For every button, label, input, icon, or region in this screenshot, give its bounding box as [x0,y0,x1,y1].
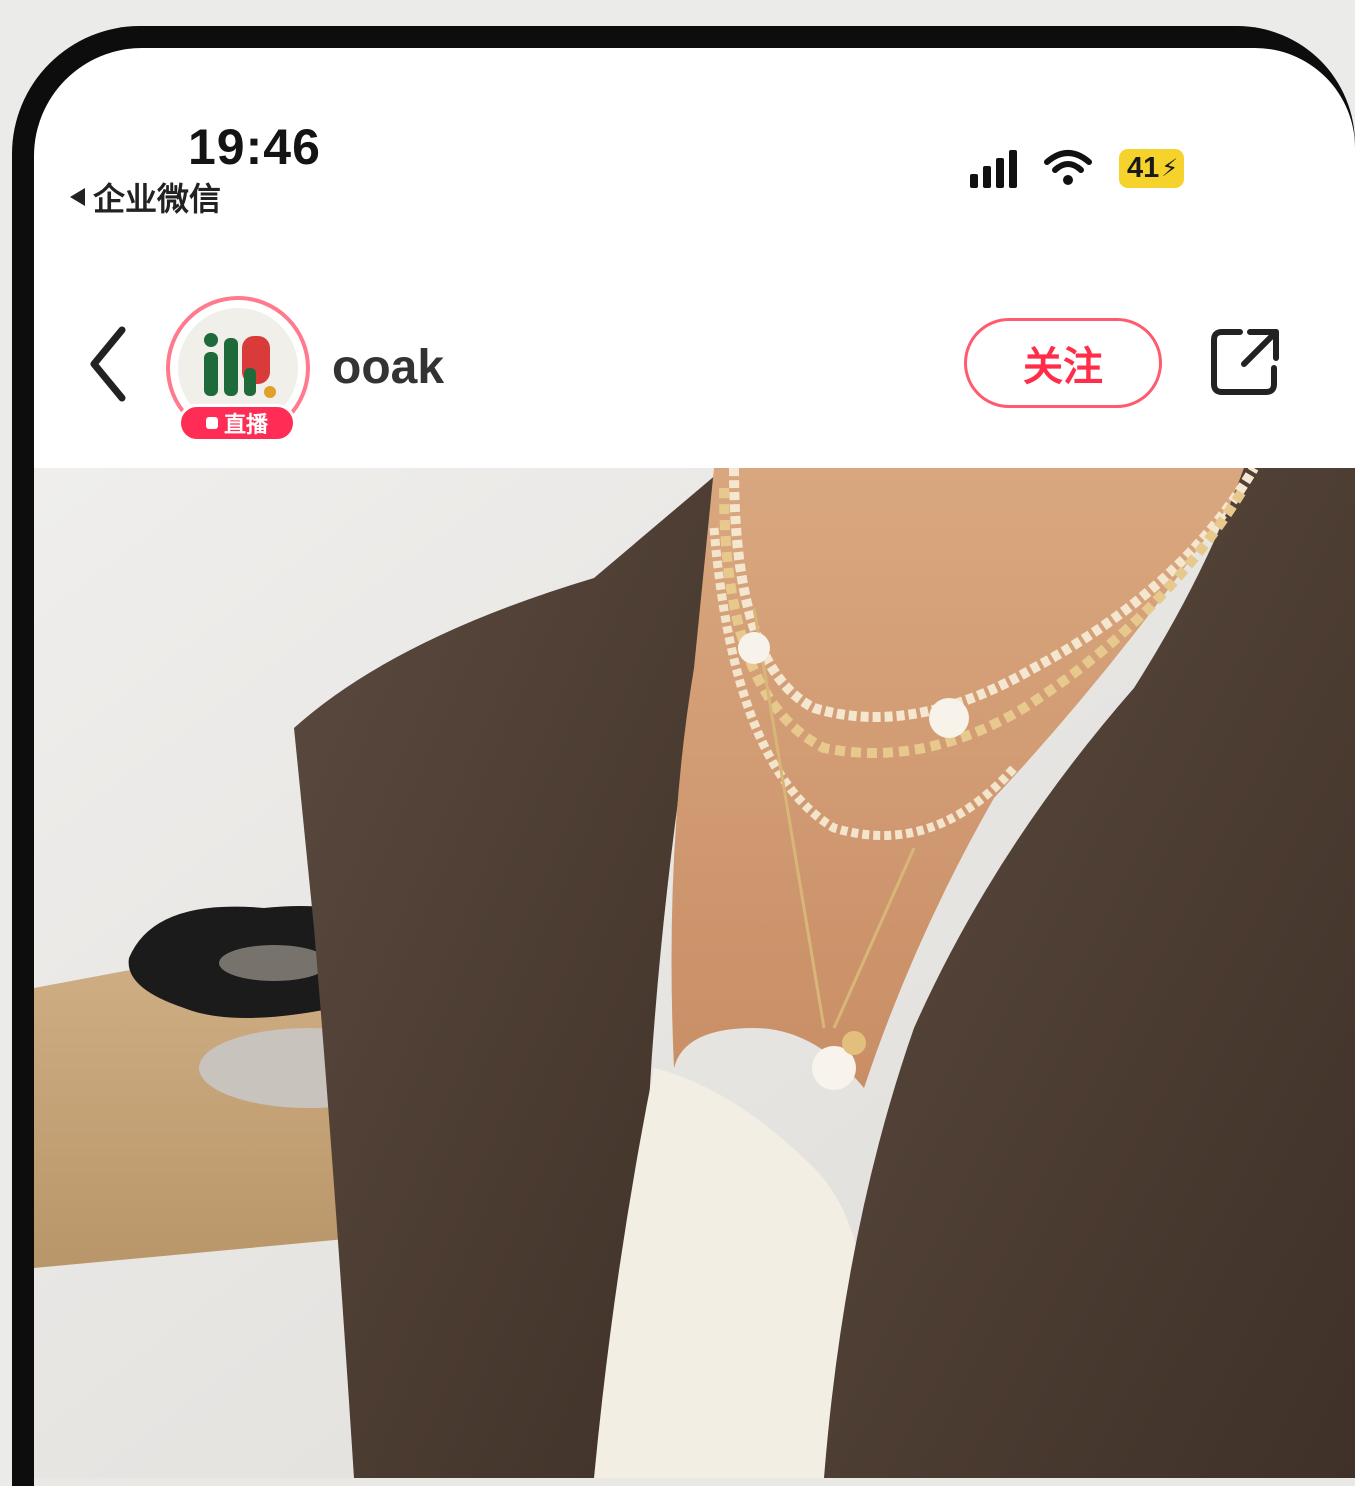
back-chevron-icon[interactable] [80,322,144,406]
follow-button[interactable]: 关注 [964,318,1162,408]
username[interactable]: ooak [332,340,444,395]
phone-frame: 19:46 企业微信 41 ⚡ 直播 ooak 关注 [12,26,1355,1486]
back-to-app-link[interactable]: 企业微信 [70,174,221,220]
necklace-photo-image [34,468,1355,1478]
profile-header: 直播 ooak 关注 [34,270,1355,460]
back-triangle-icon [70,188,85,206]
wifi-icon [1044,150,1092,185]
post-photo[interactable] [34,468,1355,1486]
status-time: 19:46 [188,119,321,175]
live-badge-label: 直播 [223,412,268,437]
charging-bolt-icon: ⚡ [1161,154,1179,182]
avatar[interactable]: 直播 [166,296,310,442]
back-app-label: 企业微信 [93,181,222,217]
battery-charging-icon: 41 ⚡ [1119,148,1209,188]
battery-level: 41 [1127,151,1160,184]
app-screen: 19:46 企业微信 41 ⚡ 直播 ooak 关注 [34,48,1355,1486]
status-indicators: 41 ⚡ [970,148,1209,188]
live-indicator-icon [205,417,218,429]
cellular-signal-icon [970,148,1017,188]
live-badge: 直播 [178,404,296,442]
share-icon[interactable] [1206,322,1286,402]
